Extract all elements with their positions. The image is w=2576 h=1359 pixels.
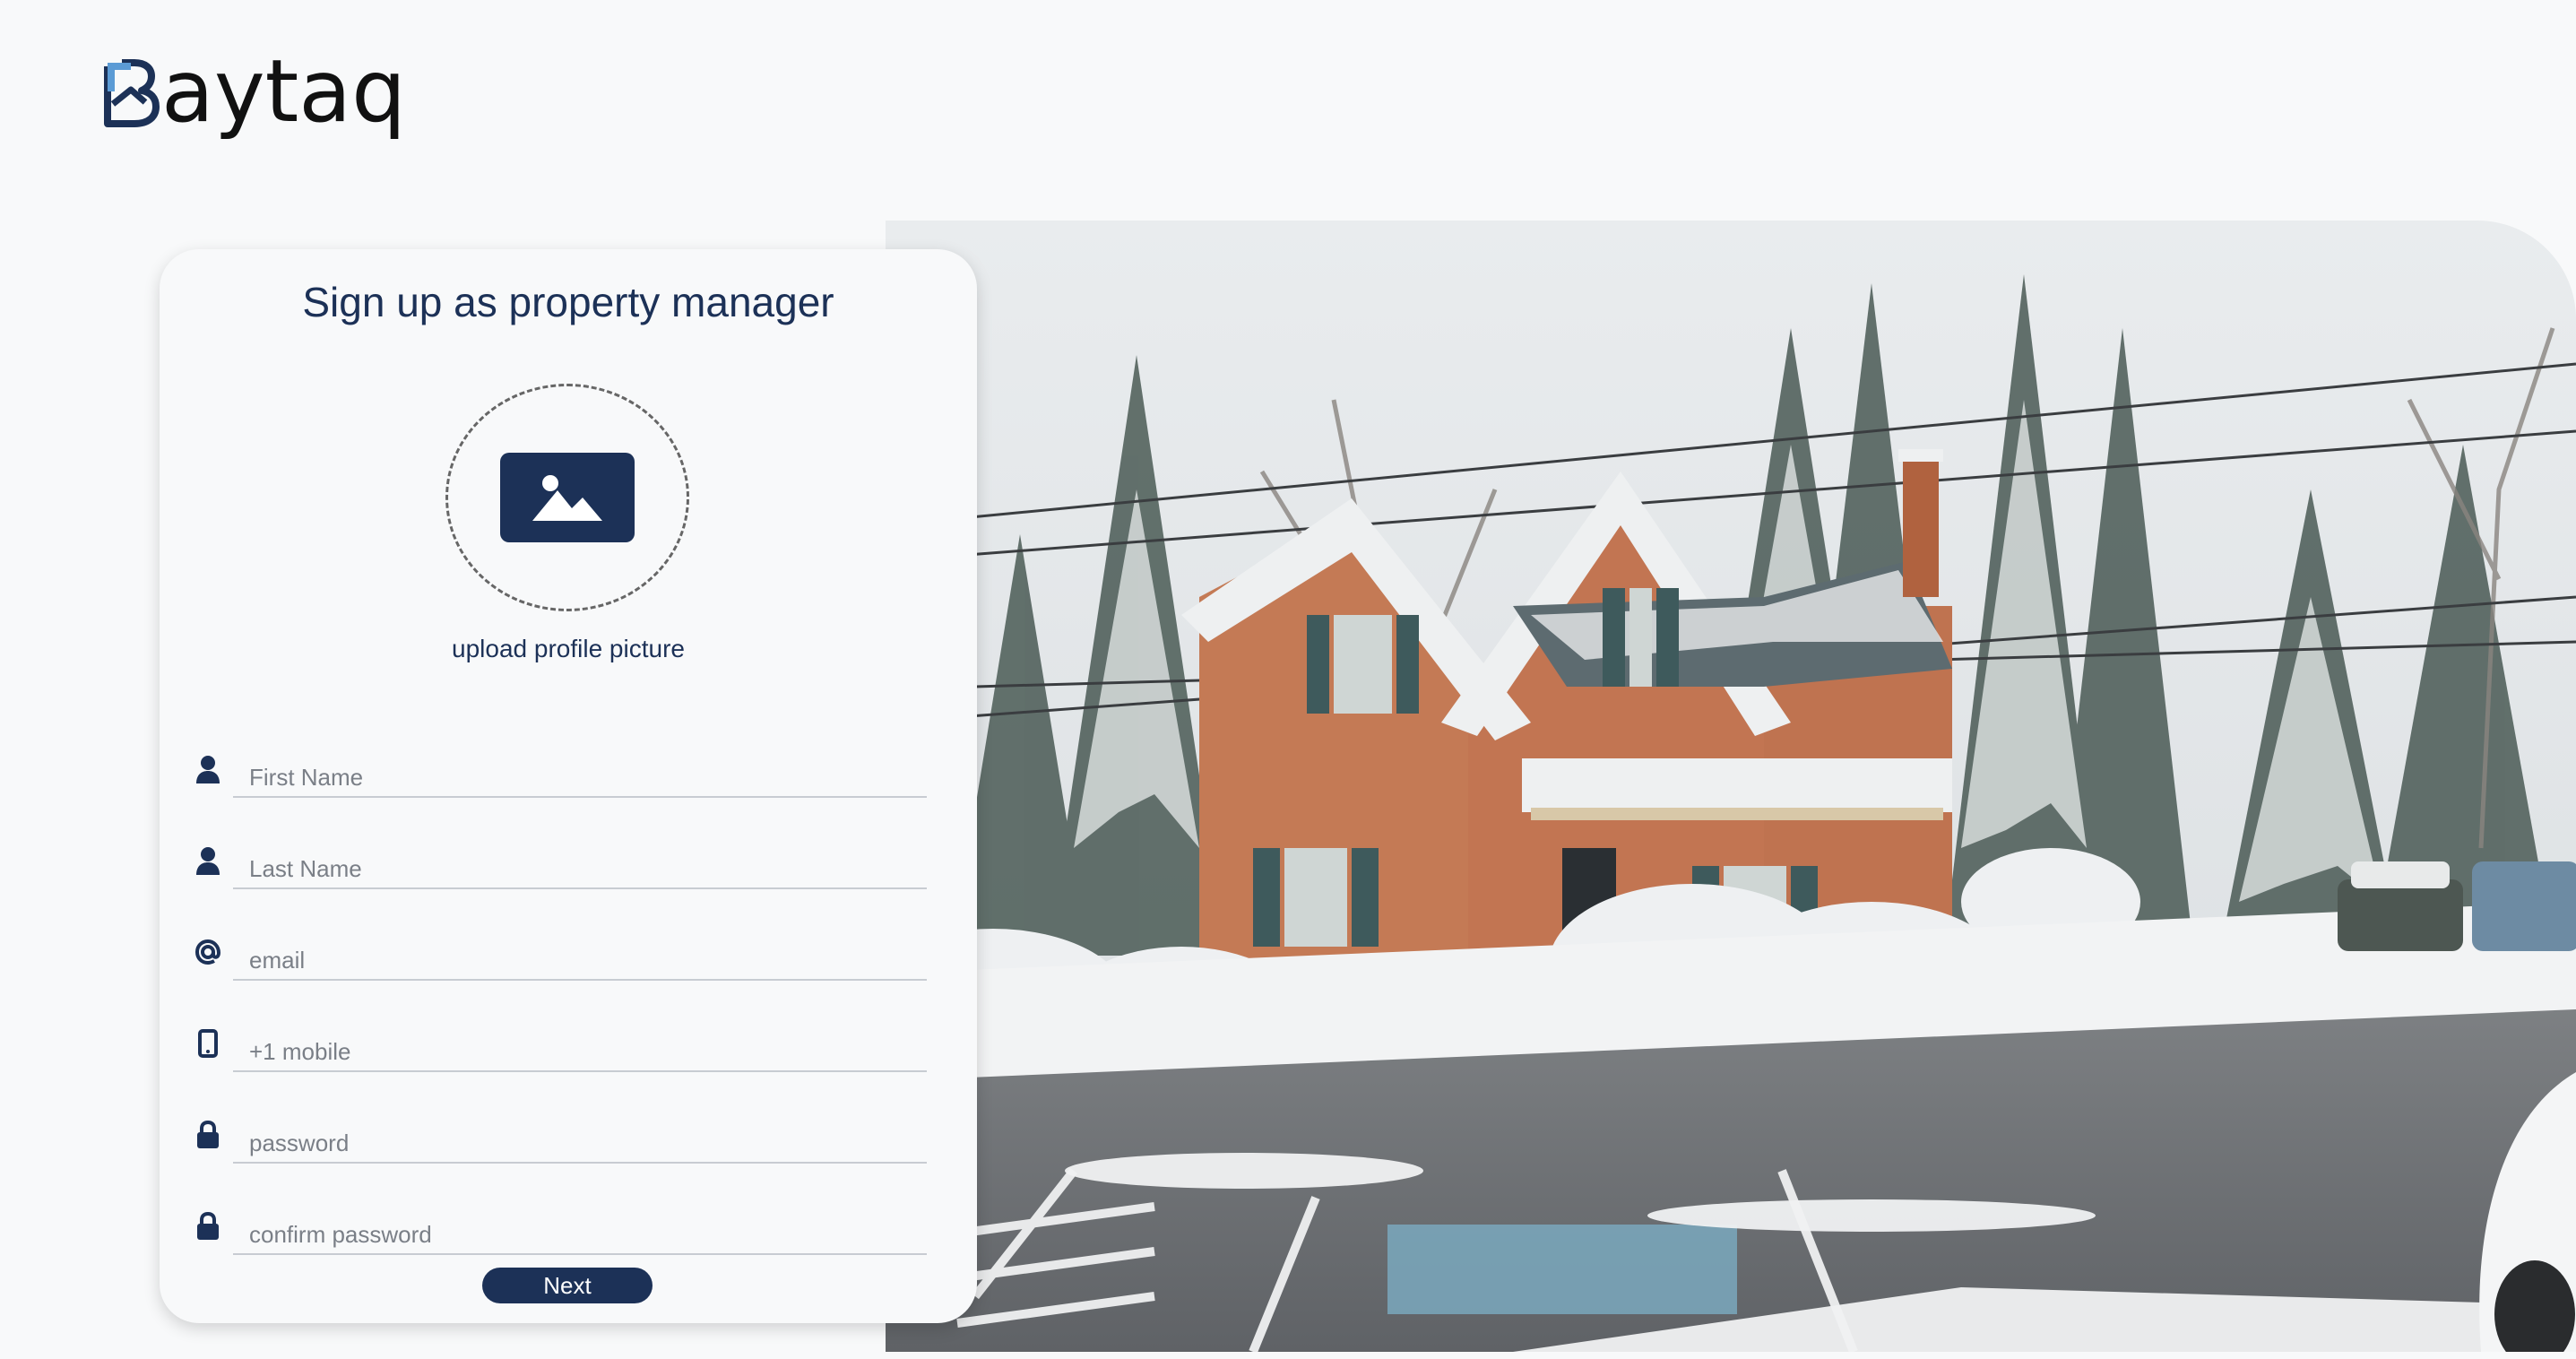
hero-house-image: [886, 221, 2576, 1352]
last-name-field: [192, 837, 927, 891]
email-field: [192, 929, 927, 982]
at-icon: [192, 934, 224, 970]
person-icon: [192, 843, 224, 879]
logo-mark-icon: [104, 57, 160, 129]
first-name-input[interactable]: [233, 746, 927, 798]
logo-text: aytaq: [161, 41, 407, 142]
email-input[interactable]: [233, 929, 927, 981]
image-icon: [500, 453, 635, 542]
baytaq-logo[interactable]: aytaq: [104, 34, 406, 134]
confirm-password-field: [192, 1203, 927, 1257]
password-input[interactable]: [233, 1112, 927, 1164]
mobile-input[interactable]: [233, 1020, 927, 1072]
next-button[interactable]: Next: [482, 1268, 653, 1303]
confirm-password-input[interactable]: [233, 1203, 927, 1255]
phone-icon: [192, 1026, 224, 1061]
password-field: [192, 1112, 927, 1165]
signup-card: Sign up as property manager upload profi…: [160, 249, 977, 1323]
upload-profile-picture-button[interactable]: [445, 384, 689, 611]
lock-icon: [192, 1117, 224, 1153]
lock-icon: [192, 1208, 224, 1244]
last-name-input[interactable]: [233, 837, 927, 889]
person-icon: [192, 751, 224, 787]
upload-profile-picture-label: upload profile picture: [452, 635, 685, 662]
signup-title: Sign up as property manager: [302, 279, 834, 325]
first-name-field: [192, 746, 927, 800]
mobile-field: [192, 1020, 927, 1074]
